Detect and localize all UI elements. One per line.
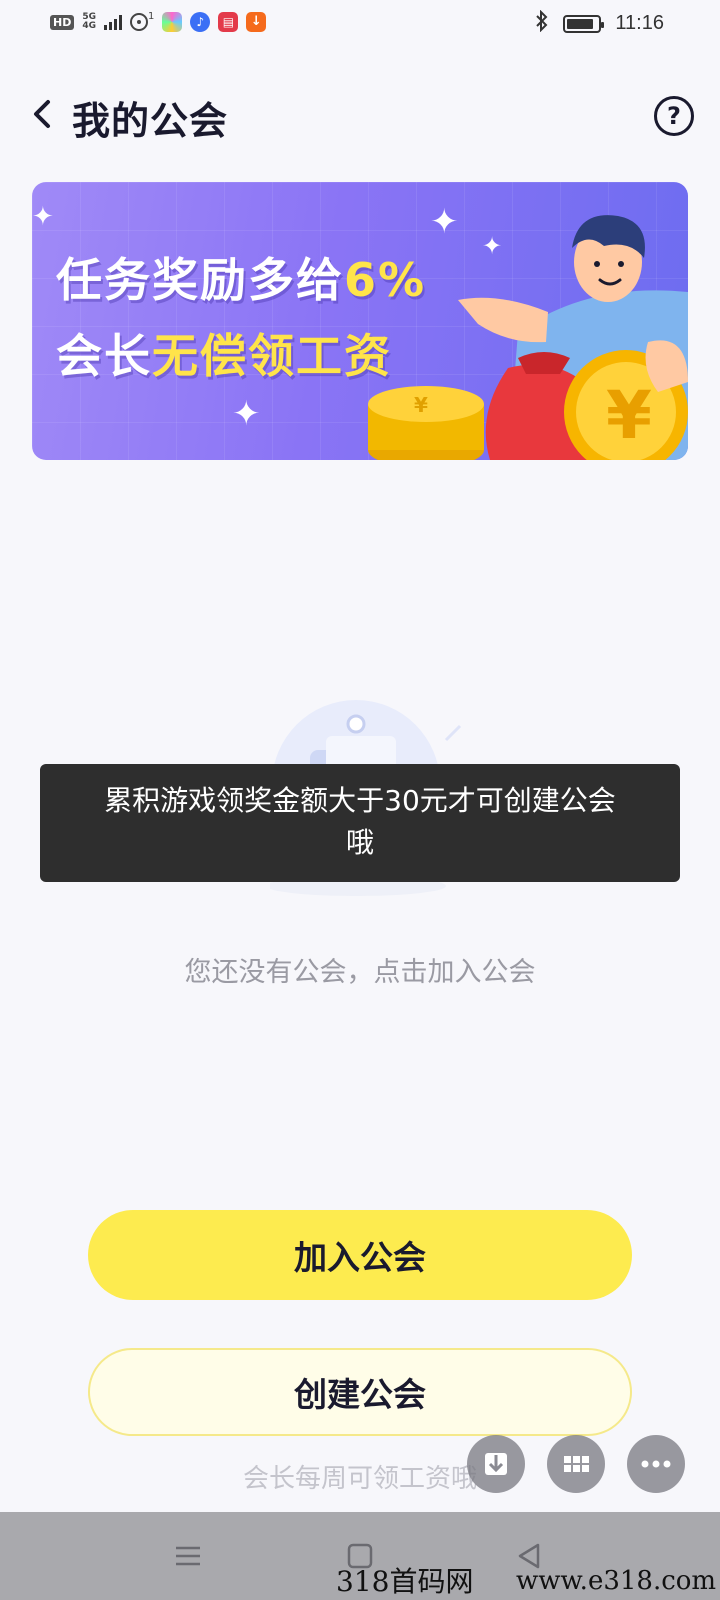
floating-grid-button[interactable] xyxy=(547,1435,605,1493)
create-guild-button[interactable]: 创建公会 xyxy=(88,1348,632,1436)
toast-message: 累积游戏领奖金额大于30元才可创建公会 哦 xyxy=(40,764,680,882)
signal-icon xyxy=(104,14,122,30)
toast-line-1: 累积游戏领奖金额大于30元才可创建公会 xyxy=(104,784,616,817)
svg-text:¥: ¥ xyxy=(606,377,652,454)
status-time: 11:16 xyxy=(615,12,664,34)
toast-line-2: 哦 xyxy=(345,826,374,859)
promo-banner[interactable]: 任务奖励多给6% 会长无偿领工资 ✦ ✦ ✦ ✦ ¥ ¥ xyxy=(32,182,688,460)
help-button[interactable]: ? xyxy=(654,96,694,136)
banner-line-2-text: 会长 xyxy=(56,329,152,383)
bluetooth-icon xyxy=(535,9,549,37)
join-guild-button[interactable]: 加入公会 xyxy=(88,1210,632,1300)
hd-badge: HD xyxy=(50,14,75,30)
status-bar: HD 5G 4G 1 ♪ ▤ ↓ 11:16 xyxy=(0,0,720,50)
svg-text:¥: ¥ xyxy=(414,393,428,417)
network-type: 5G 4G xyxy=(82,13,96,31)
sparkle-icon: ✦ xyxy=(32,202,54,232)
status-right: 11:16 xyxy=(535,9,664,37)
download-app-icon: ↓ xyxy=(246,12,267,32)
empty-state-text: 您还没有公会，点击加入公会 xyxy=(184,957,536,988)
chevron-left-icon xyxy=(34,100,50,128)
hotspot-count: 1 xyxy=(148,10,155,22)
page-title: 我的公会 xyxy=(72,99,229,143)
watermark-right: www.e318.com xyxy=(516,1566,717,1596)
back-button[interactable] xyxy=(24,94,64,134)
photos-app-icon xyxy=(162,12,183,32)
reader-app-icon: ▤ xyxy=(218,12,239,32)
more-icon xyxy=(641,1460,671,1468)
question-circle-icon: ? xyxy=(667,102,681,130)
floating-download-button[interactable] xyxy=(467,1435,525,1493)
grid-icon xyxy=(564,1456,589,1472)
music-app-icon: ♪ xyxy=(190,12,211,32)
network-bottom: 4G xyxy=(82,21,96,31)
banner-illustration: ¥ ¥ xyxy=(368,215,688,460)
battery-icon xyxy=(563,14,605,33)
guild-leader-footnote: 会长每周可领工资哦 xyxy=(242,1464,477,1494)
banner-line-1-text: 任务奖励多给 xyxy=(56,253,344,307)
watermark-left: 318首码网 xyxy=(336,1565,474,1598)
download-icon xyxy=(485,1453,507,1475)
page-header: 我的公会 ? xyxy=(0,80,720,150)
floating-more-button[interactable] xyxy=(627,1435,685,1493)
hotspot-icon xyxy=(130,13,148,31)
sparkle-icon: ✦ xyxy=(232,394,261,434)
recent-apps-icon[interactable] xyxy=(172,1540,204,1572)
status-left: HD 5G 4G 1 ♪ ▤ ↓ xyxy=(50,10,267,32)
